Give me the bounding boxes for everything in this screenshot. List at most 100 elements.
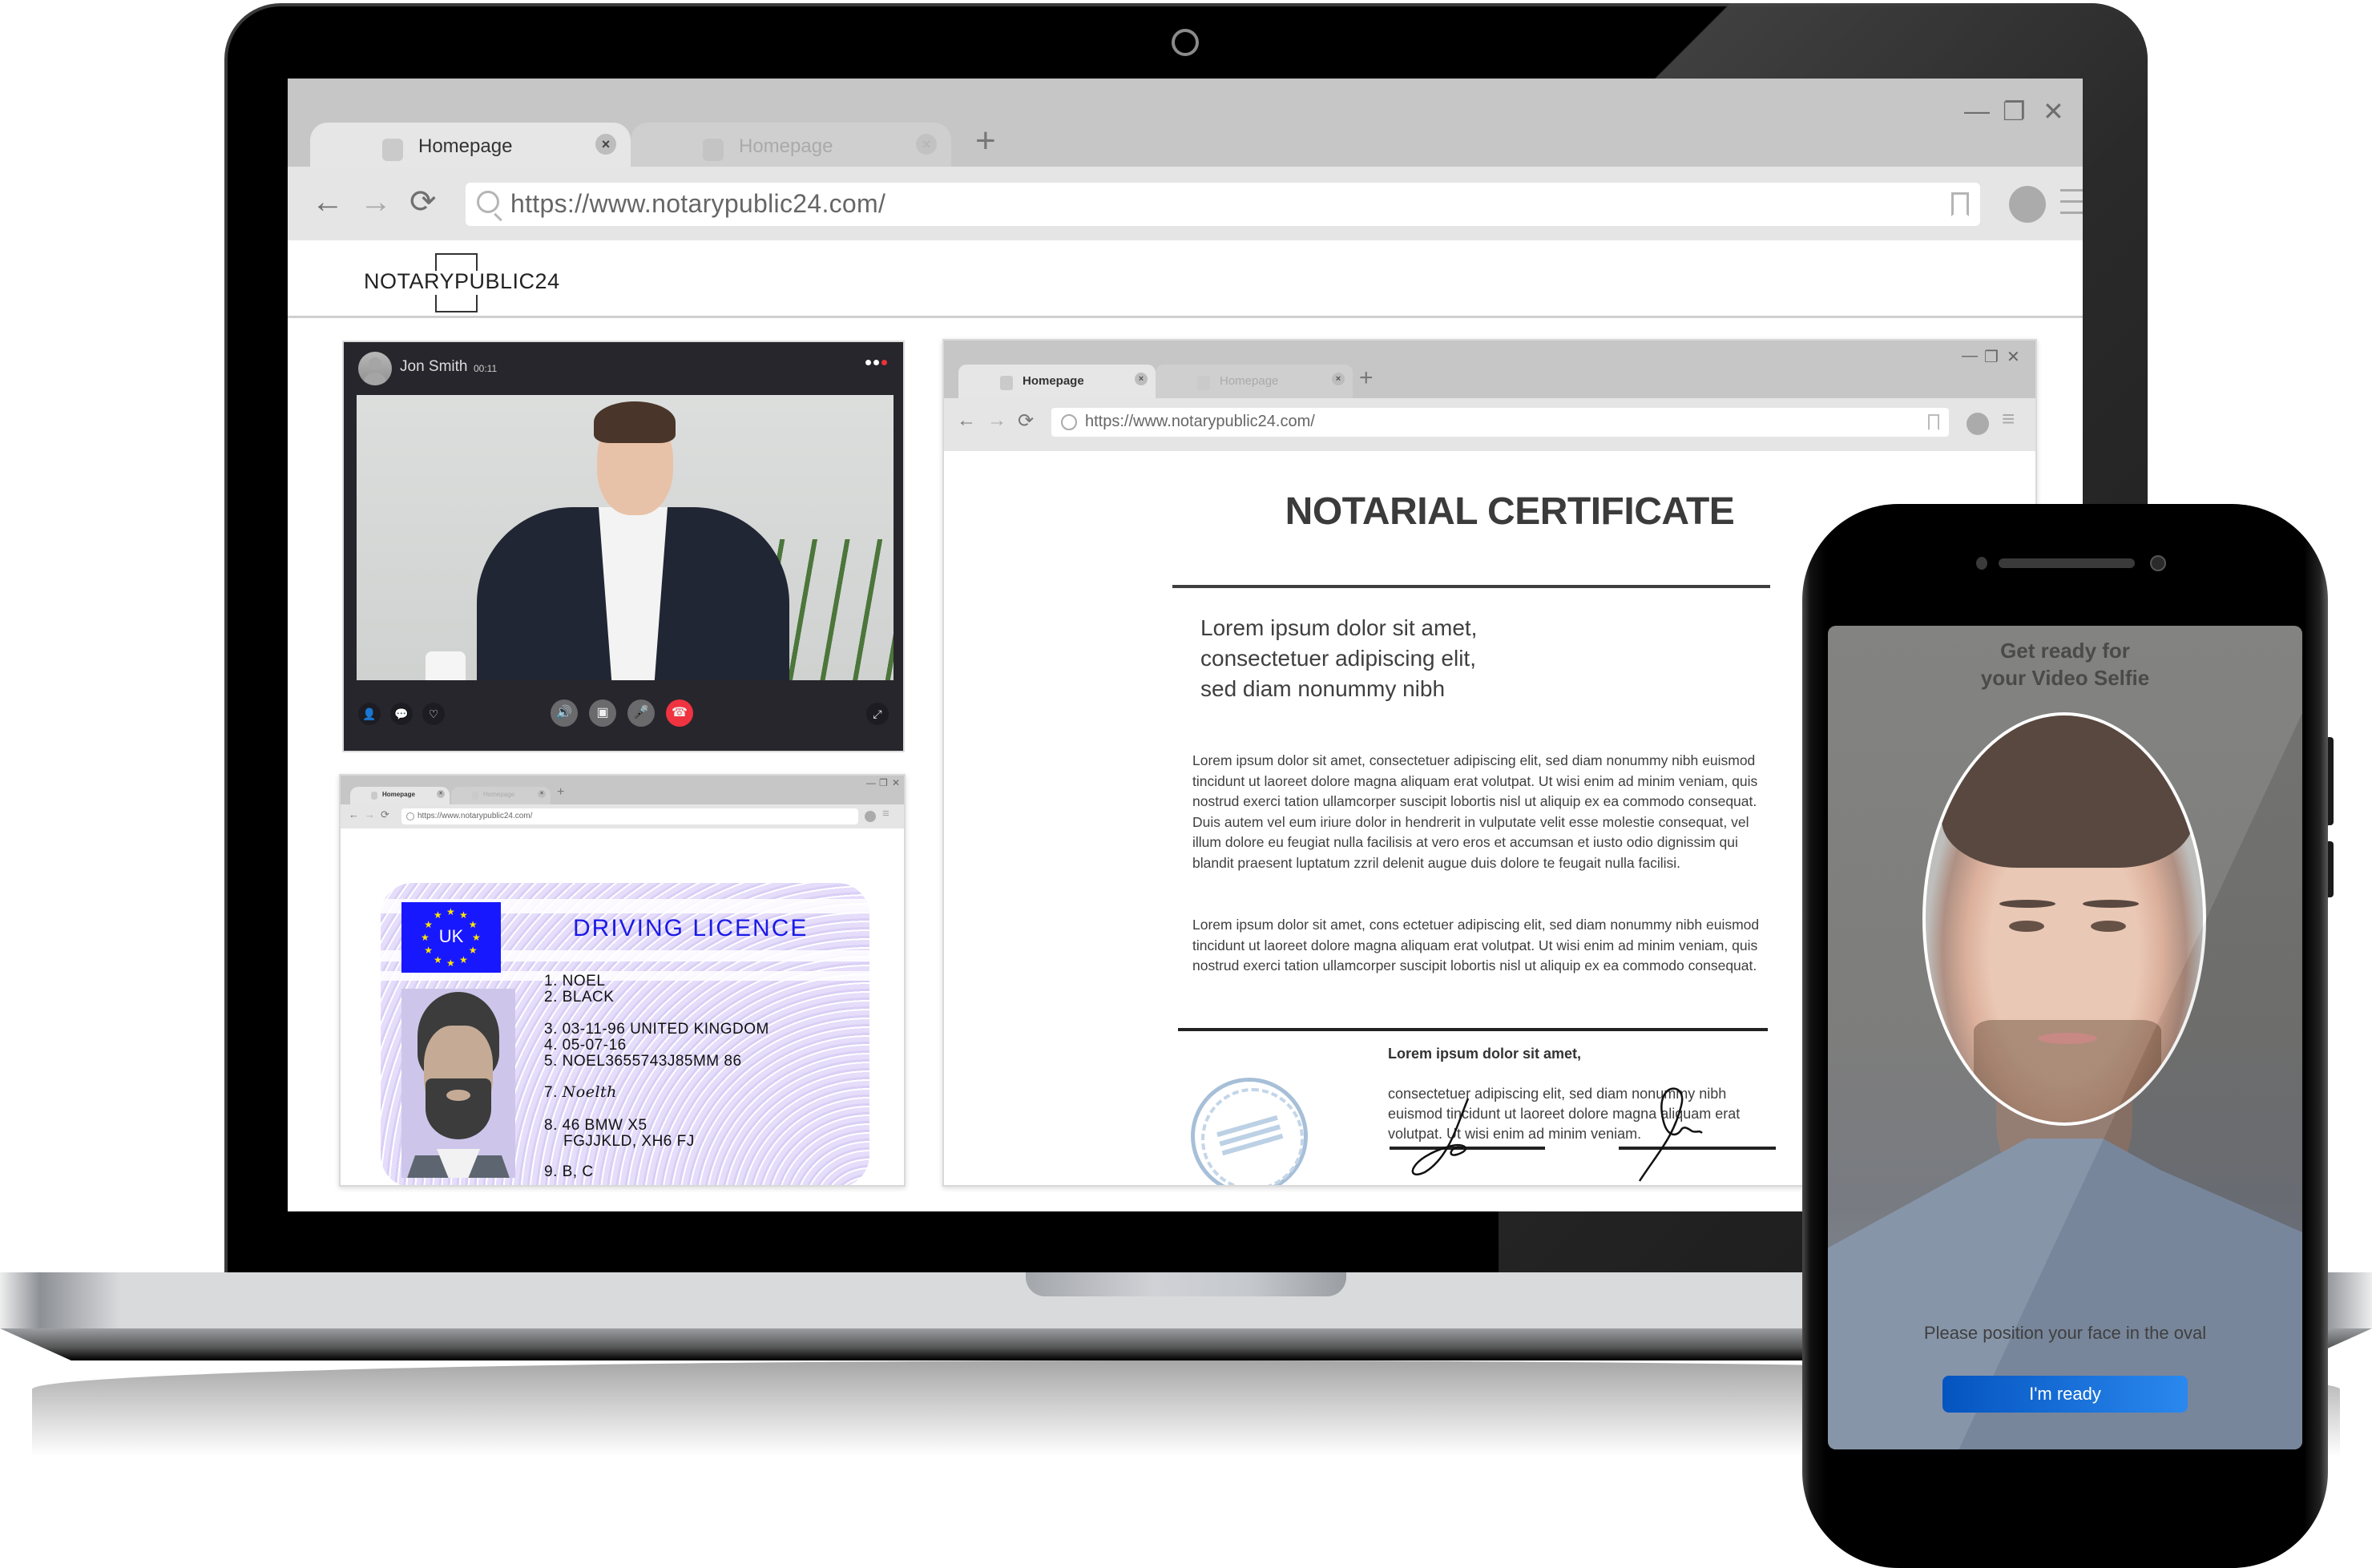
tab-close-icon[interactable]: × — [1332, 373, 1345, 385]
minimize-icon[interactable]: — — [866, 777, 876, 788]
fullscreen-icon[interactable]: ⤢ — [866, 703, 889, 725]
restore-icon[interactable]: ❐ — [879, 777, 888, 788]
tab-close-icon[interactable]: × — [437, 790, 445, 798]
field-value: B, C — [562, 1163, 594, 1180]
eu-star-icon: ★ — [459, 953, 468, 965]
forward-arrow-icon[interactable]: → — [987, 409, 1006, 432]
licence-tab-active[interactable]: Homepage × — [350, 787, 450, 804]
position-hint: Please position your face in the oval — [1923, 1323, 2207, 1343]
url-input[interactable]: https://www.notarypublic24.com/ — [466, 183, 1980, 226]
caller-hair — [594, 401, 676, 443]
hamburger-menu-icon[interactable]: ≡ — [882, 807, 890, 820]
signature-2-icon — [1638, 1087, 1703, 1182]
field-number: 5. — [544, 1053, 558, 1070]
licence-tab-inactive[interactable]: Homepage × — [451, 787, 551, 804]
field-value: FGJJKLD, XH6 FJ — [563, 1133, 695, 1150]
selfie-title: Get ready for your Video Selfie — [1828, 637, 2302, 691]
field-number: 4. — [544, 1037, 558, 1054]
bookmark-icon[interactable] — [1928, 414, 1939, 430]
field-value: NOEL3655743J85MM 86 — [562, 1053, 742, 1070]
tab-close-icon[interactable]: × — [595, 134, 616, 155]
back-arrow-icon[interactable]: ← — [957, 409, 976, 432]
lead-line: Lorem ipsum dolor sit amet, — [1200, 615, 1478, 640]
eu-star-icon: ★ — [434, 953, 442, 965]
tab-homepage-inactive[interactable]: Homepage × — [631, 123, 951, 167]
licence-photo — [401, 989, 515, 1178]
new-tab-icon[interactable]: + — [557, 785, 564, 800]
add-user-icon[interactable]: 👤 — [358, 703, 381, 725]
licence-field: 3. 03-11-96 UNITED KINGDOM — [544, 1021, 769, 1038]
selfie-title-line-1: Get ready for — [2000, 639, 2130, 663]
selfie-title-line-2: your Video Selfie — [1980, 666, 2150, 690]
reload-icon[interactable]: ⟳ — [409, 184, 437, 220]
certificate-tab-inactive[interactable]: Homepage × — [1156, 365, 1353, 398]
bookmark-icon[interactable] — [1951, 192, 1969, 216]
webcam-icon — [1172, 29, 1199, 56]
eu-star-icon: ★ — [434, 909, 442, 921]
field-number: 9. — [544, 1163, 558, 1180]
favicon-icon — [1000, 376, 1013, 390]
minimize-icon[interactable]: — — [1964, 96, 1990, 126]
search-icon — [477, 191, 499, 213]
lead-line: consectetuer adipiscing elit, — [1200, 646, 1476, 671]
call-timer: 00:11 — [474, 363, 498, 374]
close-window-icon[interactable]: ✕ — [2007, 347, 2020, 367]
tab-homepage-active[interactable]: Homepage × — [310, 123, 631, 167]
profile-avatar[interactable] — [2009, 186, 2046, 223]
licence-field: 9. B, C — [544, 1163, 594, 1181]
reload-icon[interactable]: ⟳ — [1018, 409, 1034, 433]
restore-icon[interactable]: ❐ — [1984, 347, 1999, 367]
notarypublic24-logo[interactable]: NOTARYPUBLIC24 — [364, 253, 572, 312]
forward-arrow-icon[interactable]: → — [365, 808, 375, 820]
reload-icon[interactable]: ⟳ — [381, 808, 389, 821]
restore-icon[interactable]: ❐ — [2003, 96, 2026, 127]
microphone-icon[interactable]: 🎤 — [627, 699, 655, 727]
favicon-icon — [1197, 376, 1210, 390]
speaker-icon[interactable]: 🔊 — [551, 699, 578, 727]
camera-icon[interactable]: ▣ — [589, 699, 616, 727]
hamburger-menu-icon[interactable]: ≡ — [2002, 406, 2015, 432]
certificate-tab-active[interactable]: Homepage × — [958, 365, 1156, 398]
tab-label: Homepage — [1023, 374, 1084, 388]
licence-field: 2. BLACK — [544, 989, 614, 1006]
proximity-sensor — [1976, 557, 1987, 570]
heart-icon[interactable]: ♡ — [422, 703, 445, 725]
tab-label: Homepage — [739, 135, 833, 157]
hang-up-button[interactable]: ☎ — [666, 699, 693, 727]
close-window-icon[interactable]: ✕ — [2043, 96, 2064, 127]
licence-field: 1. NOEL — [544, 973, 605, 990]
profile-avatar[interactable] — [1967, 413, 1989, 435]
more-options-icon[interactable] — [863, 355, 887, 369]
url-text: https://www.notarypublic24.com/ — [1085, 413, 1315, 430]
eu-star-icon: ★ — [446, 957, 455, 969]
site-header: NOTARYPUBLIC24 — [288, 240, 2083, 318]
close-window-icon[interactable]: ✕ — [892, 777, 900, 788]
tab-close-icon[interactable]: × — [538, 790, 546, 798]
tab-label: Homepage — [483, 791, 515, 798]
forward-arrow-icon[interactable]: → — [360, 184, 392, 220]
holder-signature: Noelth — [562, 1083, 617, 1101]
tab-close-icon[interactable]: × — [1135, 373, 1148, 385]
certificate-paragraph-2: Lorem ipsum dolor sit amet, cons ectetue… — [1192, 917, 1760, 973]
licence-address-row: ← → ⟳ https://www.notarypublic24.com/ ≡ — [341, 804, 904, 828]
licence-field: 5. NOEL3655743J85MM 86 — [544, 1053, 742, 1070]
earpiece-speaker — [1999, 558, 2135, 568]
smartphone: Get ready for your Video Selfie Please p… — [1802, 504, 2328, 1568]
logo-bracket-bottom — [435, 295, 478, 312]
minimize-icon[interactable]: — — [1962, 347, 1978, 365]
chat-icon[interactable]: 💬 — [390, 703, 413, 725]
hamburger-menu-icon[interactable] — [2060, 189, 2083, 216]
licence-url-input[interactable]: https://www.notarypublic24.com/ — [401, 808, 858, 824]
certificate-url-input[interactable]: https://www.notarypublic24.com/ — [1051, 408, 1949, 437]
back-arrow-icon[interactable]: ← — [349, 808, 359, 820]
licence-field: FGJJKLD, XH6 FJ — [563, 1133, 695, 1151]
im-ready-button[interactable]: I'm ready — [1942, 1376, 2188, 1413]
favicon-icon — [472, 792, 478, 800]
profile-avatar[interactable] — [865, 811, 876, 822]
back-arrow-icon[interactable]: ← — [312, 184, 344, 220]
tab-close-icon[interactable]: × — [916, 134, 937, 155]
new-tab-icon[interactable]: + — [1359, 365, 1374, 392]
field-number: 7. — [544, 1084, 558, 1101]
field-value: NOEL — [562, 973, 606, 990]
new-tab-icon[interactable]: + — [975, 123, 996, 159]
